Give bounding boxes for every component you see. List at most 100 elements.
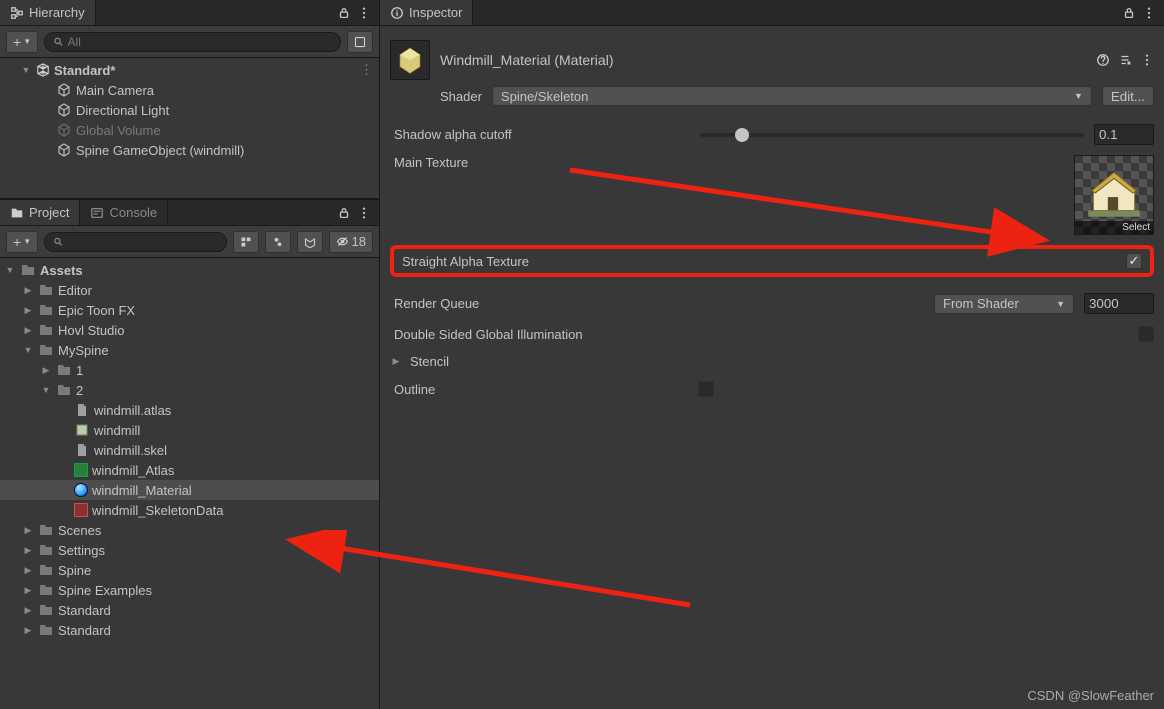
project-item[interactable]: ▶Scenes bbox=[0, 520, 379, 540]
project-item-label: Standard bbox=[58, 603, 111, 618]
project-item[interactable]: windmill.skel bbox=[0, 440, 379, 460]
chevron-right-icon[interactable]: ▶ bbox=[22, 585, 34, 596]
atlas-icon bbox=[74, 463, 88, 477]
project-item[interactable]: windmill bbox=[0, 420, 379, 440]
skeleton-icon bbox=[74, 503, 88, 517]
gameobject-icon bbox=[56, 82, 72, 98]
project-item[interactable]: ▼2 bbox=[0, 380, 379, 400]
hidden-button[interactable]: 18 bbox=[329, 231, 373, 253]
project-item-label: Settings bbox=[58, 543, 105, 558]
project-item[interactable]: ▶Spine bbox=[0, 560, 379, 580]
preset-icon[interactable] bbox=[1118, 53, 1132, 67]
project-item-label: windmill_Material bbox=[92, 483, 192, 498]
render-queue-mode: From Shader bbox=[943, 296, 1019, 311]
chevron-down-icon[interactable]: ▼ bbox=[20, 65, 32, 75]
chevron-right-icon[interactable]: ▶ bbox=[40, 365, 52, 376]
material-thumbnail[interactable] bbox=[390, 40, 430, 80]
chevron-right-icon[interactable]: ▶ bbox=[22, 565, 34, 576]
chevron-down-icon[interactable]: ▼ bbox=[4, 265, 16, 275]
chevron-down-icon[interactable]: ▼ bbox=[40, 385, 52, 395]
tab-hierarchy[interactable]: Hierarchy bbox=[0, 0, 96, 25]
render-queue-label: Render Queue bbox=[390, 296, 690, 311]
chevron-right-icon[interactable]: ▶ bbox=[22, 625, 34, 636]
project-item[interactable]: windmill_Material bbox=[0, 480, 379, 500]
chevron-right-icon[interactable]: ▶ bbox=[22, 525, 34, 536]
tab-console[interactable]: Console bbox=[80, 200, 168, 225]
slider-thumb[interactable] bbox=[735, 128, 749, 142]
outline-checkbox[interactable] bbox=[698, 381, 714, 397]
assets-root-row[interactable]: ▼ Assets bbox=[0, 260, 379, 280]
project-item[interactable]: ▶Spine Examples bbox=[0, 580, 379, 600]
chevron-down-icon[interactable]: ▼ bbox=[22, 345, 34, 355]
shadow-cutoff-slider[interactable] bbox=[700, 133, 1084, 137]
add-button[interactable]: +▼ bbox=[6, 231, 38, 253]
hierarchy-item[interactable]: Global Volume bbox=[0, 120, 379, 140]
project-item[interactable]: ▶ Settings bbox=[0, 540, 379, 560]
shader-value: Spine/Skeleton bbox=[501, 89, 588, 104]
hidden-count: 18 bbox=[352, 234, 366, 249]
hierarchy-item-label: Spine GameObject (windmill) bbox=[76, 143, 244, 158]
search-scope-button[interactable] bbox=[347, 31, 373, 53]
more-icon[interactable] bbox=[357, 206, 371, 220]
render-queue-input[interactable] bbox=[1084, 293, 1154, 314]
lock-icon[interactable] bbox=[337, 6, 351, 20]
project-item[interactable]: ▶Editor bbox=[0, 280, 379, 300]
double-sided-checkbox[interactable] bbox=[1138, 326, 1154, 342]
more-icon[interactable] bbox=[1142, 6, 1156, 20]
help-icon[interactable] bbox=[1096, 53, 1110, 67]
shader-dropdown[interactable]: Spine/Skeleton ▼ bbox=[492, 86, 1092, 106]
render-queue-dropdown[interactable]: From Shader ▼ bbox=[934, 294, 1074, 314]
hierarchy-icon bbox=[10, 6, 24, 20]
project-item-label: windmill bbox=[94, 423, 140, 438]
project-item[interactable]: ▼MySpine bbox=[0, 340, 379, 360]
chevron-right-icon[interactable]: ▶ bbox=[22, 285, 34, 296]
folder-icon bbox=[38, 542, 54, 558]
project-item[interactable]: windmill_Atlas bbox=[0, 460, 379, 480]
project-item[interactable]: windmill_SkeletonData bbox=[0, 500, 379, 520]
scene-menu-icon[interactable]: ⋮ bbox=[360, 62, 373, 78]
chevron-right-icon[interactable]: ▶ bbox=[22, 305, 34, 316]
folder-icon bbox=[38, 582, 54, 598]
chevron-right-icon[interactable]: ▶ bbox=[22, 605, 34, 616]
main-texture-slot[interactable]: Select bbox=[1074, 155, 1154, 235]
search-by-type-button[interactable] bbox=[233, 231, 259, 253]
chevron-down-icon: ▼ bbox=[1074, 91, 1083, 101]
shadow-cutoff-input[interactable] bbox=[1094, 124, 1154, 145]
project-item-label: Hovl Studio bbox=[58, 323, 124, 338]
save-search-button[interactable] bbox=[297, 231, 323, 253]
tab-project[interactable]: Project bbox=[0, 200, 80, 225]
tab-inspector[interactable]: Inspector bbox=[380, 0, 473, 25]
assets-root-label: Assets bbox=[40, 263, 83, 278]
folder-icon bbox=[38, 562, 54, 578]
info-icon bbox=[390, 6, 404, 20]
more-icon[interactable] bbox=[357, 6, 371, 20]
lock-icon[interactable] bbox=[1122, 6, 1136, 20]
project-item[interactable]: ▶1 bbox=[0, 360, 379, 380]
project-item[interactable]: ▶ Hovl Studio bbox=[0, 320, 379, 340]
stencil-section[interactable]: ▶ Stencil bbox=[390, 348, 1154, 375]
scene-row[interactable]: ▼ Standard* ⋮ bbox=[0, 60, 379, 80]
hierarchy-item[interactable]: Spine GameObject (windmill) bbox=[0, 140, 379, 160]
edit-button[interactable]: Edit... bbox=[1102, 86, 1154, 106]
chevron-right-icon[interactable]: ▶ bbox=[22, 545, 34, 556]
folder-icon bbox=[10, 206, 24, 220]
hierarchy-search-input[interactable] bbox=[68, 35, 332, 49]
hierarchy-item[interactable]: Main Camera bbox=[0, 80, 379, 100]
add-button[interactable]: +▼ bbox=[6, 31, 38, 53]
project-search[interactable] bbox=[44, 232, 226, 252]
project-item[interactable]: windmill.atlas bbox=[0, 400, 379, 420]
project-item[interactable]: ▶Standard bbox=[0, 620, 379, 640]
project-item[interactable]: ▶ Epic Toon FX bbox=[0, 300, 379, 320]
project-item-label: Epic Toon FX bbox=[58, 303, 135, 318]
hierarchy-item[interactable]: Directional Light bbox=[0, 100, 379, 120]
chevron-right-icon[interactable]: ▶ bbox=[22, 325, 34, 336]
hierarchy-search[interactable] bbox=[44, 32, 341, 52]
search-by-label-button[interactable] bbox=[265, 231, 291, 253]
project-search-input[interactable] bbox=[67, 235, 217, 249]
project-item[interactable]: ▶ Standard bbox=[0, 600, 379, 620]
chevron-right-icon[interactable]: ▶ bbox=[390, 356, 402, 367]
lock-icon[interactable] bbox=[337, 206, 351, 220]
more-icon[interactable] bbox=[1140, 53, 1154, 67]
straight-alpha-checkbox[interactable]: ✓ bbox=[1126, 253, 1142, 269]
main-texture-label: Main Texture bbox=[390, 155, 690, 170]
